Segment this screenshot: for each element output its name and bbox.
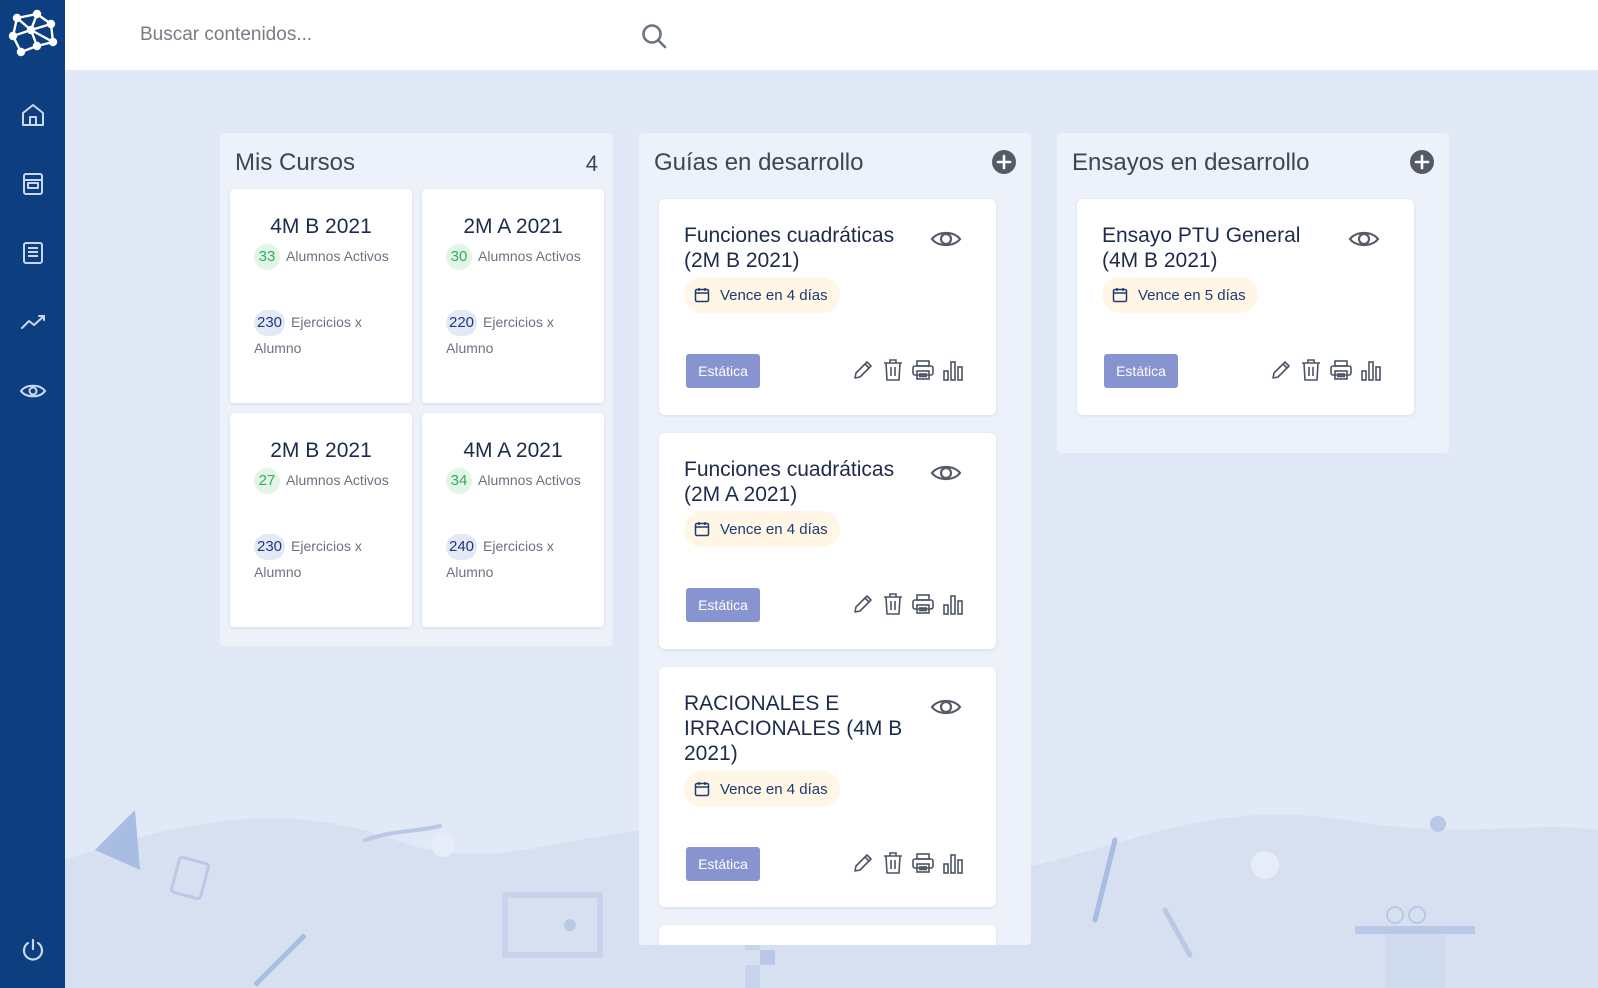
due-date-text: Vence en 4 días	[720, 780, 828, 798]
card-actions	[851, 356, 965, 384]
edit-pencil-icon[interactable]	[1269, 356, 1293, 384]
stats-bar-chart-icon[interactable]	[941, 849, 965, 877]
view-eye-icon[interactable]	[930, 223, 962, 255]
due-date-badge[interactable]: Vence en 4 días	[684, 511, 840, 547]
guia-card[interactable]: Funciones cuadráticas (2M A 2021) Vence …	[659, 433, 996, 649]
print-icon[interactable]	[1329, 356, 1353, 384]
alumnos-label: Alumnos Activos	[478, 248, 581, 264]
view-eye-icon[interactable]	[1348, 223, 1380, 255]
archive-icon[interactable]	[0, 149, 65, 218]
due-date-badge[interactable]: Vence en 4 días	[684, 771, 840, 807]
ensayo-card[interactable]: Ensayo PTU General (4M B 2021) Vence en …	[1077, 199, 1414, 415]
due-date-text: Vence en 5 días	[1138, 286, 1246, 304]
alumnos-label: Alumnos Activos	[286, 248, 389, 264]
guia-card[interactable]: RACIONALES E IRRACIONALES (4M B 2021) Ve…	[659, 667, 996, 907]
course-card[interactable]: 4M A 2021 34 Alumnos Activos 240 Ejercicio…	[422, 413, 604, 627]
search-icon[interactable]	[640, 22, 668, 50]
ejercicios-count: 220	[446, 310, 478, 337]
print-icon[interactable]	[911, 590, 935, 618]
alumnos-label: Alumnos Activos	[286, 472, 389, 488]
alumnos-count: 34	[446, 468, 472, 495]
stats-bar-chart-icon[interactable]	[1359, 356, 1383, 384]
ejercicios-stat: 230 Ejercicios x Alumno	[254, 310, 402, 361]
top-bar	[65, 0, 1598, 70]
network-logo-icon[interactable]	[0, 0, 65, 65]
course-title: 4M B 2021	[270, 215, 372, 238]
type-badge: Estática	[686, 588, 760, 622]
ensayo-title: Ensayo PTU General (4M B 2021)	[1102, 224, 1301, 272]
due-date-badge[interactable]: Vence en 4 días	[684, 277, 840, 313]
card-actions	[851, 849, 965, 877]
course-card[interactable]: 2M B 2021 27 Alumnos Activos 230 Ejercicio…	[230, 413, 412, 627]
delete-trash-icon[interactable]	[881, 849, 905, 877]
due-date-text: Vence en 4 días	[720, 520, 828, 538]
delete-trash-icon[interactable]	[1299, 356, 1323, 384]
guia-title: RACIONALES E IRRACIONALES (4M B 2021)	[684, 692, 903, 765]
guia-title: Funciones cuadráticas (2M A 2021)	[684, 458, 895, 506]
print-icon[interactable]	[911, 849, 935, 877]
alumnos-stat: 30 Alumnos Activos	[446, 244, 594, 271]
guia-card-partial[interactable]	[659, 925, 996, 945]
ejercicios-stat: 240 Ejercicios x Alumno	[446, 534, 594, 585]
panel-title: Ensayos en desarrollo	[1072, 149, 1310, 176]
edit-pencil-icon[interactable]	[851, 356, 875, 384]
calendar-icon	[694, 288, 710, 303]
panel-title: Guías en desarrollo	[654, 149, 864, 176]
course-title: 2M A 2021	[463, 215, 563, 238]
alumnos-stat: 34 Alumnos Activos	[446, 468, 594, 495]
ensayos-panel: Ensayos en desarrollo Ensayo PTU General…	[1057, 133, 1449, 453]
mis-cursos-panel: Mis Cursos 4 4M B 2021 33 Alumnos Activos…	[220, 133, 613, 646]
delete-trash-icon[interactable]	[881, 590, 905, 618]
course-card[interactable]: 2M A 2021 30 Alumnos Activos 220 Ejercicio…	[422, 189, 604, 403]
alumnos-stat: 27 Alumnos Activos	[254, 468, 402, 495]
alumnos-count: 27	[254, 468, 280, 495]
alumnos-count: 33	[254, 244, 280, 271]
calendar-icon	[1112, 288, 1128, 303]
stats-bar-chart-icon[interactable]	[941, 356, 965, 384]
guias-panel: Guías en desarrollo Funciones cuadrática…	[639, 133, 1031, 945]
course-card[interactable]: 4M B 2021 33 Alumnos Activos 230 Ejercicio…	[230, 189, 412, 403]
list-document-icon[interactable]	[0, 218, 65, 287]
due-date-badge[interactable]: Vence en 5 días	[1102, 277, 1258, 313]
type-badge: Estática	[686, 847, 760, 881]
calendar-icon	[694, 782, 710, 797]
calendar-icon	[694, 522, 710, 537]
stats-bar-chart-icon[interactable]	[941, 590, 965, 618]
card-actions	[851, 590, 965, 618]
print-icon[interactable]	[911, 356, 935, 384]
alumnos-label: Alumnos Activos	[478, 472, 581, 488]
guia-title: Funciones cuadráticas (2M B 2021)	[684, 224, 895, 272]
ejercicios-stat: 230 Ejercicios x Alumno	[254, 534, 402, 585]
view-eye-icon[interactable]	[930, 691, 962, 723]
card-actions	[1269, 356, 1383, 384]
edit-pencil-icon[interactable]	[851, 590, 875, 618]
edit-pencil-icon[interactable]	[851, 849, 875, 877]
ejercicios-stat: 220 Ejercicios x Alumno	[446, 310, 594, 361]
view-eye-icon[interactable]	[930, 457, 962, 489]
course-count: 4	[585, 151, 598, 176]
panel-title: Mis Cursos	[235, 149, 356, 176]
guia-card[interactable]: Funciones cuadráticas (2M B 2021) Vence …	[659, 199, 996, 415]
type-badge: Estática	[686, 354, 760, 388]
sidebar	[0, 0, 65, 988]
search-input[interactable]	[140, 17, 630, 53]
type-badge: Estática	[1104, 354, 1178, 388]
alumnos-count: 30	[446, 244, 472, 271]
power-icon[interactable]	[0, 937, 65, 963]
course-title: 2M B 2021	[270, 439, 372, 462]
ejercicios-count: 230	[254, 534, 286, 561]
course-title: 4M A 2021	[463, 439, 563, 462]
eye-icon[interactable]	[0, 356, 65, 425]
ejercicios-count: 240	[446, 534, 478, 561]
home-icon[interactable]	[0, 80, 65, 149]
add-guia-button[interactable]	[991, 149, 1017, 175]
trending-up-icon[interactable]	[0, 287, 65, 356]
alumnos-stat: 33 Alumnos Activos	[254, 244, 402, 271]
ejercicios-count: 230	[254, 310, 286, 337]
add-ensayo-button[interactable]	[1409, 149, 1435, 175]
due-date-text: Vence en 4 días	[720, 286, 828, 304]
delete-trash-icon[interactable]	[881, 356, 905, 384]
